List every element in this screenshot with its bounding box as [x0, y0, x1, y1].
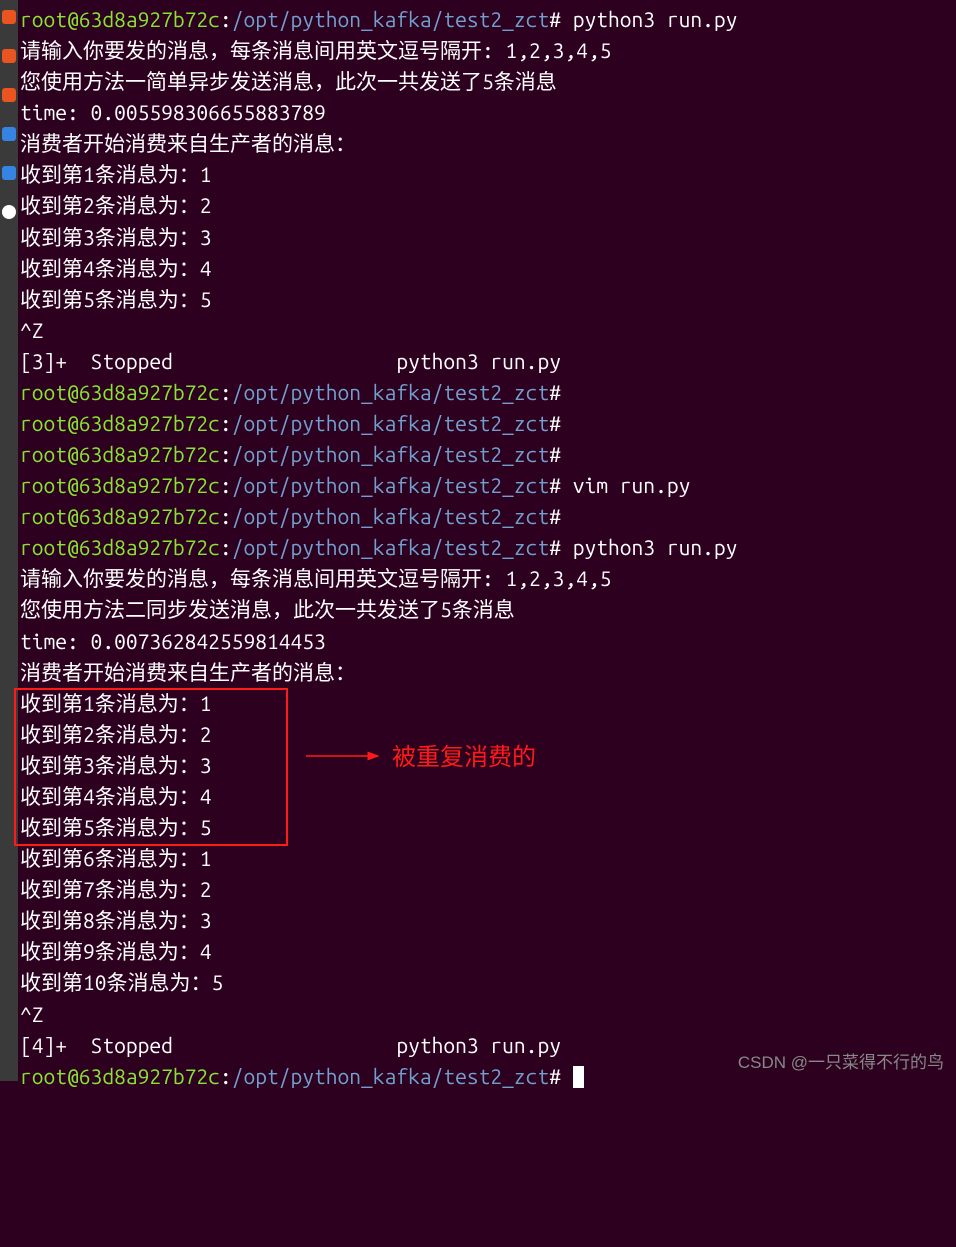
- terminal-line: 收到第2条消息为：2: [20, 190, 954, 221]
- terminal-line: time: 0.007362842559814453: [20, 626, 954, 657]
- terminal-line: 请输入你要发的消息，每条消息间用英文逗号隔开: 1,2,3,4,5: [20, 35, 954, 66]
- terminal-line: 收到第7条消息为：2: [20, 874, 954, 905]
- taskbar: [0, 0, 18, 1081]
- terminal-line: 收到第1条消息为：1: [20, 688, 954, 719]
- terminal-line: 收到第1条消息为：1: [20, 159, 954, 190]
- terminal-line: 收到第6条消息为：1: [20, 843, 954, 874]
- terminal-line: 请输入你要发的消息，每条消息间用英文逗号隔开: 1,2,3,4,5: [20, 563, 954, 594]
- terminal-line: root@63d8a927b72c:/opt/python_kafka/test…: [20, 470, 954, 501]
- terminal-line: root@63d8a927b72c:/opt/python_kafka/test…: [20, 532, 954, 563]
- terminal[interactable]: root@63d8a927b72c:/opt/python_kafka/test…: [18, 0, 956, 1081]
- taskbar-app-icon[interactable]: [2, 205, 16, 219]
- terminal-line: root@63d8a927b72c:/opt/python_kafka/test…: [20, 377, 954, 408]
- terminal-line: 收到第5条消息为：5: [20, 812, 954, 843]
- terminal-line: root@63d8a927b72c:/opt/python_kafka/test…: [20, 408, 954, 439]
- terminal-line: 收到第4条消息为：4: [20, 253, 954, 284]
- terminal-line: 收到第10条消息为：5: [20, 967, 954, 998]
- terminal-line: root@63d8a927b72c:/opt/python_kafka/test…: [20, 4, 954, 35]
- annotation-label: 被重复消费的: [392, 740, 536, 776]
- terminal-line: 收到第3条消息为：3: [20, 222, 954, 253]
- taskbar-app-icon[interactable]: [2, 49, 16, 63]
- terminal-line: time: 0.005598306655883789: [20, 97, 954, 128]
- taskbar-app-icon[interactable]: [2, 88, 16, 102]
- taskbar-app-icon[interactable]: [2, 127, 16, 141]
- terminal-line: ^Z: [20, 999, 954, 1030]
- terminal-line: 您使用方法二同步发送消息，此次一共发送了5条消息: [20, 594, 954, 625]
- terminal-line: 收到第4条消息为：4: [20, 781, 954, 812]
- terminal-line: [3]+ Stopped python3 run.py: [20, 346, 954, 377]
- terminal-line: 消费者开始消费来自生产者的消息：: [20, 657, 954, 688]
- taskbar-app-icon[interactable]: [2, 10, 16, 24]
- terminal-line: 收到第9条消息为：4: [20, 936, 954, 967]
- terminal-line: root@63d8a927b72c:/opt/python_kafka/test…: [20, 501, 954, 532]
- taskbar-app-icon[interactable]: [2, 166, 16, 180]
- terminal-line: 收到第5条消息为：5: [20, 284, 954, 315]
- terminal-line: 消费者开始消费来自生产者的消息：: [20, 128, 954, 159]
- terminal-line: ^Z: [20, 315, 954, 346]
- terminal-line: root@63d8a927b72c:/opt/python_kafka/test…: [20, 439, 954, 470]
- watermark: CSDN @一只菜得不行的鸟: [738, 1050, 944, 1075]
- terminal-line: 收到第8条消息为：3: [20, 905, 954, 936]
- terminal-line: 您使用方法一简单异步发送消息，此次一共发送了5条消息: [20, 66, 954, 97]
